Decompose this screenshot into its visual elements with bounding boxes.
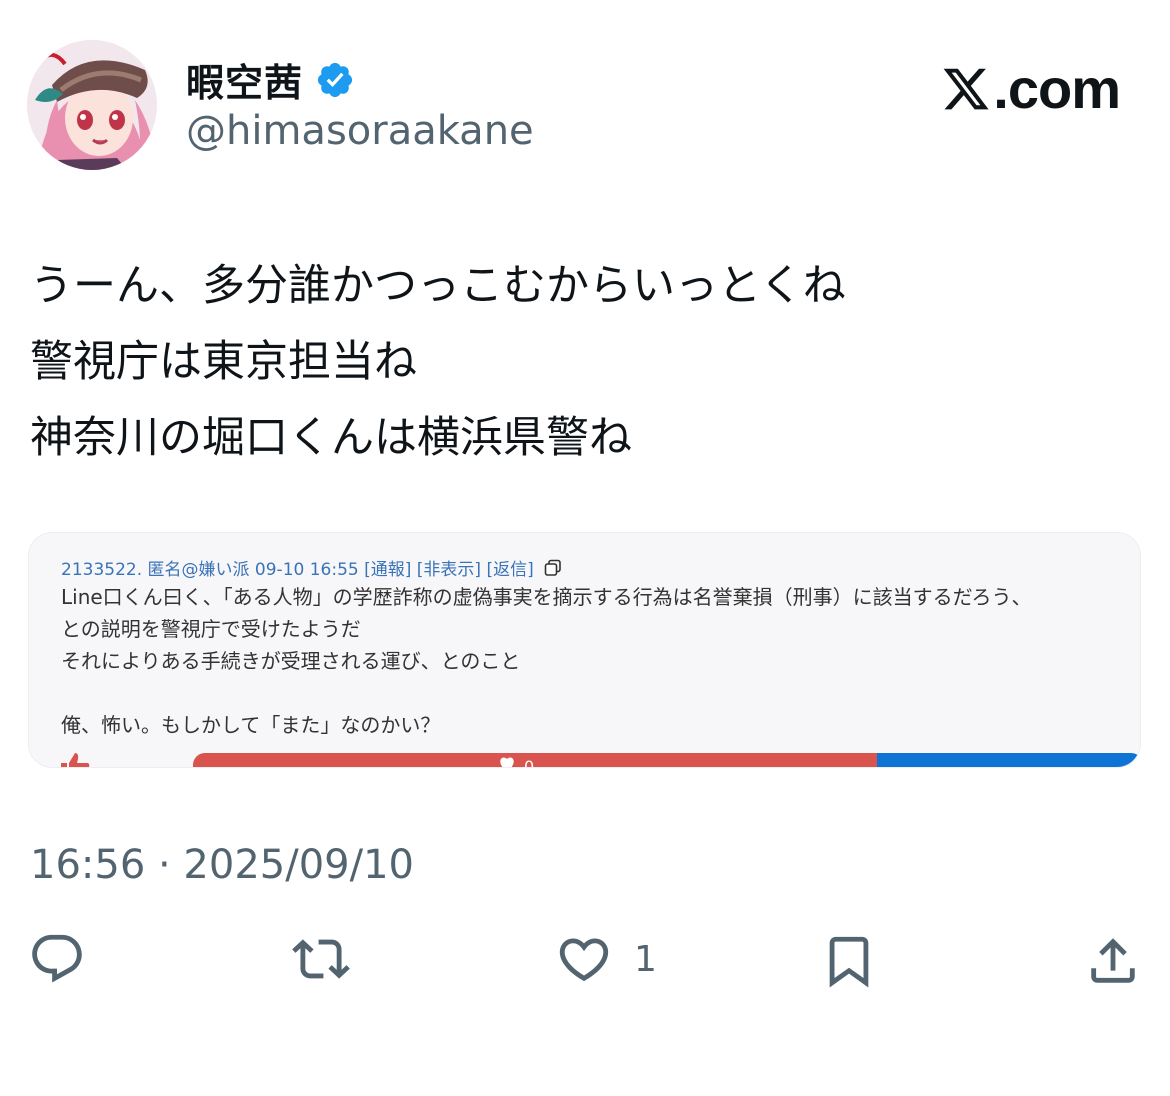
- vote-bar: 0: [193, 753, 1140, 768]
- vote-count: 0: [524, 756, 535, 768]
- tweet-line: 神奈川の堀口くんは横浜県警ね: [30, 413, 632, 463]
- share-icon: [1084, 930, 1142, 992]
- tweet-line: うーん、多分誰かつっこむからいっとくね: [30, 261, 846, 311]
- post-body-line: [61, 677, 1031, 709]
- post-meta: 2133522. 匿名@嫌い派 09-10 16:55 [通報] [非表示] […: [61, 555, 562, 580]
- author-avatar[interactable]: [27, 40, 157, 170]
- heart-icon: [498, 756, 516, 767]
- tweet-line: 警視庁は東京担当ね: [30, 337, 417, 387]
- reply-icon: [28, 930, 86, 988]
- bookmark-button[interactable]: [820, 930, 878, 992]
- avatar-illustration: [27, 40, 157, 170]
- vote-bar-bad: [877, 753, 1140, 767]
- vote-bar-good: 0: [193, 753, 877, 768]
- post-body: Line口くん曰く、「ある人物」の学歴詐称の虚偽事実を摘示する行為は名誉棄損（刑…: [61, 581, 1031, 741]
- post-body-line: との説明を警視庁で受けたようだ: [61, 617, 361, 641]
- like-count: 1: [634, 938, 657, 980]
- action-bar: 1: [0, 930, 1170, 1010]
- retweet-button[interactable]: [288, 930, 354, 988]
- author-name-row[interactable]: 暇空茜: [186, 52, 355, 107]
- thumbs-up-icon: [57, 751, 91, 767]
- attached-image[interactable]: 2133522. 匿名@嫌い派 09-10 16:55 [通報] [非表示] […: [28, 532, 1141, 768]
- post-body-line: Line口くん曰く、「ある人物」の学歴詐称の虚偽事実を摘示する行為は名誉棄損（刑…: [61, 585, 1032, 609]
- bookmark-icon: [820, 930, 878, 992]
- share-button[interactable]: [1084, 930, 1142, 992]
- tweet-text: うーん、多分誰かつっこむからいっとくね 警視庁は東京担当ね 神奈川の堀口くんは横…: [30, 248, 1140, 476]
- x-logo-icon: [941, 62, 991, 112]
- post-body-line: それによりある手続きが受理される運び、とのこと: [61, 649, 521, 673]
- author-display-name[interactable]: 暇空茜: [186, 52, 303, 107]
- post-body-line: 俺、怖い。もしかして「また」なのかい？: [61, 713, 441, 737]
- x-brand: .com: [941, 56, 1121, 121]
- reply-button[interactable]: [28, 930, 86, 988]
- brand-text: .com: [993, 57, 1121, 120]
- retweet-icon: [288, 930, 354, 988]
- tweet-timestamp[interactable]: 16:56 · 2025/09/10: [30, 842, 414, 888]
- post-meta-text: 2133522. 匿名@嫌い派 09-10 16:55 [通報] [非表示] […: [61, 560, 534, 580]
- heart-icon: [554, 930, 614, 988]
- like-button[interactable]: 1: [554, 930, 657, 988]
- author-handle[interactable]: @himasoraakane: [186, 108, 534, 154]
- verified-badge-icon: [315, 60, 355, 100]
- vote-label: 0: [498, 756, 535, 768]
- copy-icon: [544, 559, 562, 577]
